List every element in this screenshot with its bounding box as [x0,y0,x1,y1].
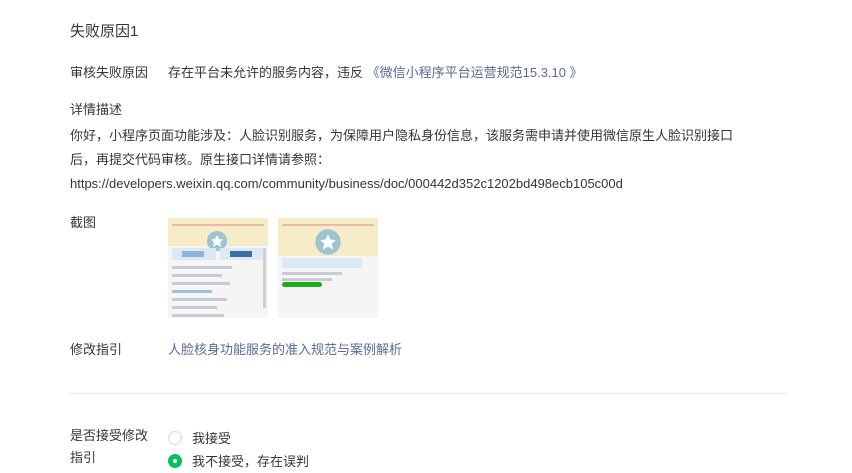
guide-link[interactable]: 人脸核身功能服务的准入规范与案例解析 [168,339,402,358]
detail-label: 详情描述 [70,102,123,117]
radio-option-accept[interactable]: 我接受 [168,428,231,447]
radio-checked-icon[interactable] [168,453,182,468]
detail-description: 你好，小程序页面功能涉及：人脸识别服务，为保障用户隐私身份信息，该服务需申请并使… [70,124,790,196]
radio-option-label: 我接受 [192,431,232,446]
shield-icon [315,229,341,255]
screenshot-label: 截图 [70,215,97,230]
radio-option-label: 我不接受，存在误判 [192,454,310,469]
screenshot-thumbnail[interactable] [168,218,268,318]
accept-label-line: 是否接受修改 [70,428,149,443]
reason-label: 审核失败原因 [70,65,149,80]
detail-line: 你好，小程序页面功能涉及：人脸识别服务，为保障用户隐私身份信息，该服务需申请并使… [70,128,734,143]
rule-link[interactable]: 《微信小程序平台运营规范15.3.10 》 [367,65,583,80]
radio-option-reject[interactable]: 我不接受，存在误判 [168,451,309,470]
accept-guide-label: 是否接受修改 指引 [70,425,160,469]
divider [70,393,786,394]
reason-value: 存在平台未允许的服务内容，违反 《微信小程序平台运营规范15.3.10 》 [168,62,583,81]
screenshot-thumbnail[interactable] [278,218,378,318]
guide-label: 修改指引 [70,342,123,357]
accept-label-line: 指引 [70,450,97,465]
reason-text: 存在平台未允许的服务内容，违反 [168,65,364,80]
detail-url: https://developers.weixin.qq.com/communi… [70,176,623,191]
detail-line: 后，再提交代码审核。原生接口详情请参照： [70,152,331,167]
failure-reason-title: 失败原因1 [70,23,139,40]
radio-unchecked-icon[interactable] [168,430,182,445]
